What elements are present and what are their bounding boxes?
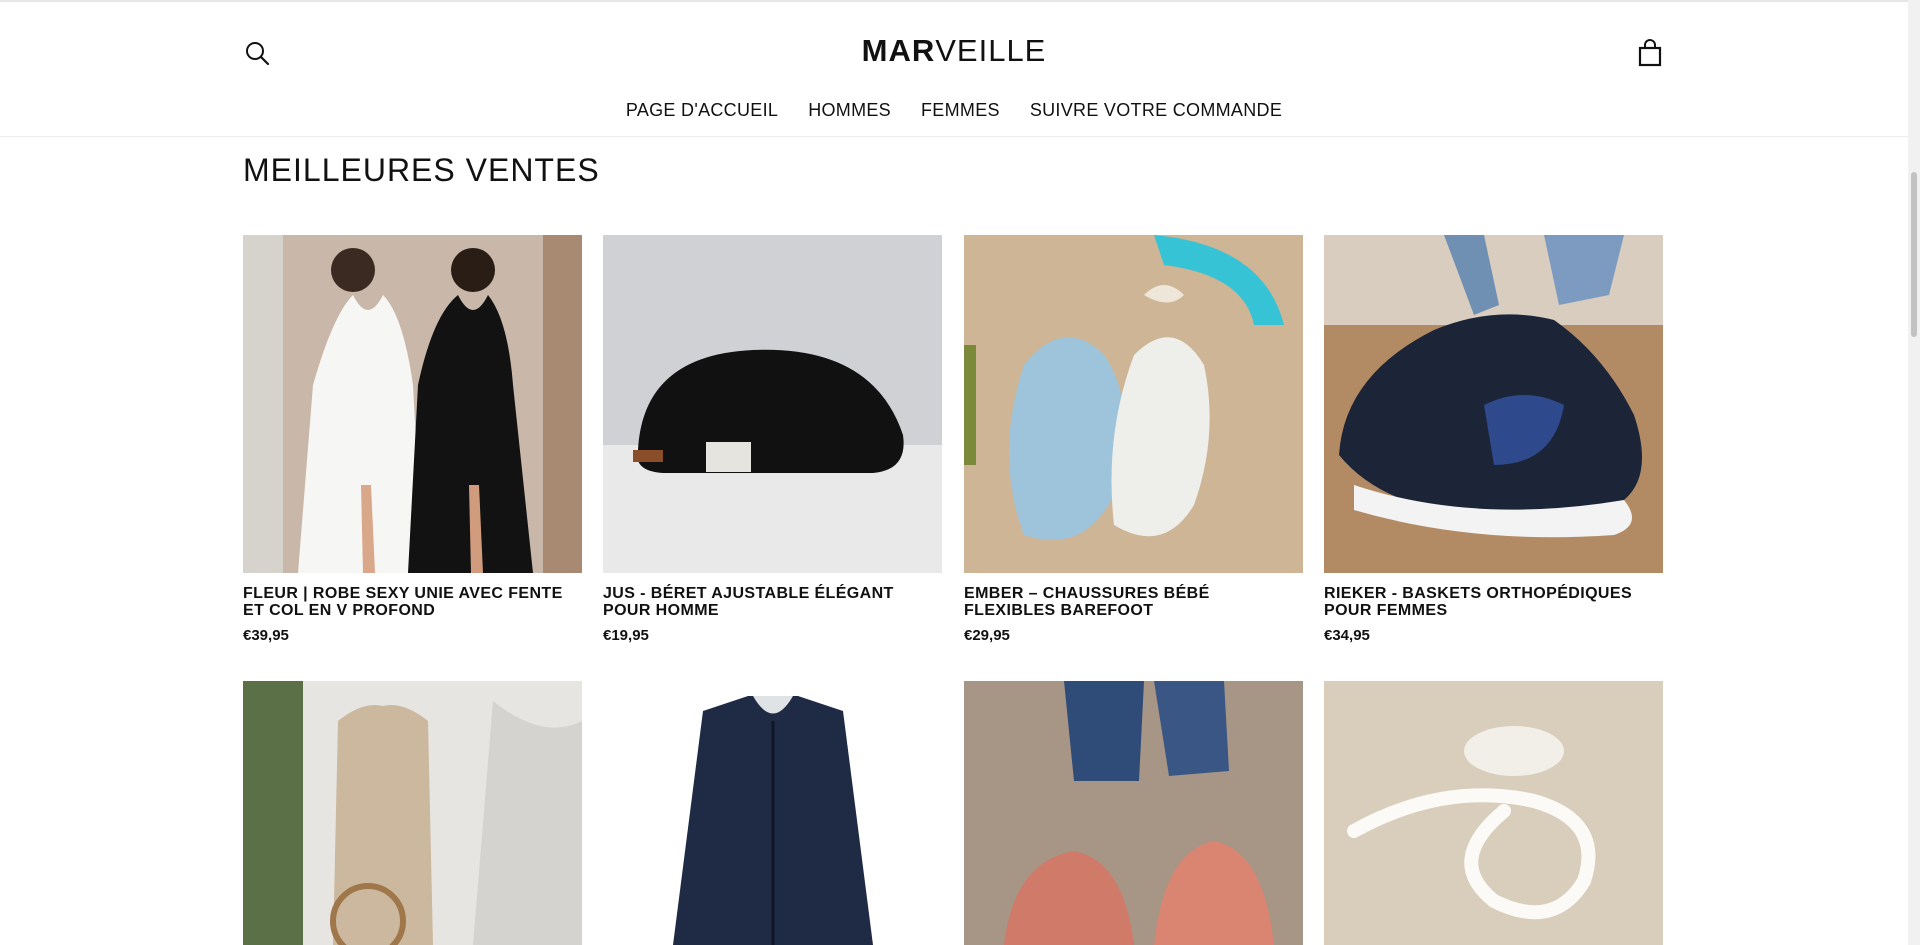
shopping-bag-icon[interactable] xyxy=(1635,38,1665,68)
product-image-sandals[interactable] xyxy=(964,681,1303,945)
product-card[interactable]: FLEUR | ROBE SEXY UNIE AVEC FENTE ET COL… xyxy=(243,235,582,644)
product-card[interactable]: EMBER – CHAUSSURES BÉBÉ FLEXIBLES BAREFO… xyxy=(964,235,1303,644)
nav-track-order[interactable]: SUIVRE VOTRE COMMANDE xyxy=(1030,99,1282,121)
section-title: MEILLEURES VENTES xyxy=(243,152,600,188)
product-price: €19,95 xyxy=(603,627,649,644)
logo-bold-text: MAR xyxy=(861,33,936,68)
product-card[interactable] xyxy=(1324,681,1663,945)
scrollbar-thumb[interactable] xyxy=(1911,172,1917,337)
product-image-jumpsuit[interactable] xyxy=(243,681,582,945)
product-image-dresses[interactable] xyxy=(243,235,582,573)
product-price: €34,95 xyxy=(1324,627,1370,644)
product-image-beret[interactable] xyxy=(603,235,942,573)
product-card[interactable]: JUS - BÉRET AJUSTABLE ÉLÉGANT POUR HOMME… xyxy=(603,235,942,644)
product-title[interactable]: EMBER – CHAUSSURES BÉBÉ FLEXIBLES BAREFO… xyxy=(964,585,1303,619)
product-image-ceiling-light[interactable] xyxy=(1324,681,1663,945)
product-price: €29,95 xyxy=(964,627,1010,644)
nav-women[interactable]: FEMMES xyxy=(921,99,1000,121)
product-card[interactable] xyxy=(243,681,582,945)
nav-men[interactable]: HOMMES xyxy=(808,99,891,121)
main-nav: PAGE D'ACCUEIL HOMMES FEMMES SUIVRE VOTR… xyxy=(0,99,1908,121)
product-title[interactable]: RIEKER - BASKETS ORTHOPÉDIQUES POUR FEMM… xyxy=(1324,585,1663,619)
product-image-sneakers[interactable] xyxy=(1324,235,1663,573)
product-card[interactable] xyxy=(603,681,942,945)
product-card[interactable] xyxy=(964,681,1303,945)
product-price: €39,95 xyxy=(243,627,289,644)
page-scrollbar[interactable] xyxy=(1908,0,1920,945)
product-image-baby-shoes[interactable] xyxy=(964,235,1303,573)
product-card[interactable]: RIEKER - BASKETS ORTHOPÉDIQUES POUR FEMM… xyxy=(1324,235,1663,644)
nav-home[interactable]: PAGE D'ACCUEIL xyxy=(626,99,778,121)
site-header: MARVEILLE PAGE D'ACCUEIL HOMMES FEMMES S… xyxy=(0,2,1908,137)
product-title[interactable]: FLEUR | ROBE SEXY UNIE AVEC FENTE ET COL… xyxy=(243,585,582,619)
product-image-vest[interactable] xyxy=(603,681,942,945)
site-logo[interactable]: MARVEILLE xyxy=(0,33,1908,69)
product-title[interactable]: JUS - BÉRET AJUSTABLE ÉLÉGANT POUR HOMME xyxy=(603,585,942,619)
logo-light-text: VEILLE xyxy=(935,33,1047,68)
